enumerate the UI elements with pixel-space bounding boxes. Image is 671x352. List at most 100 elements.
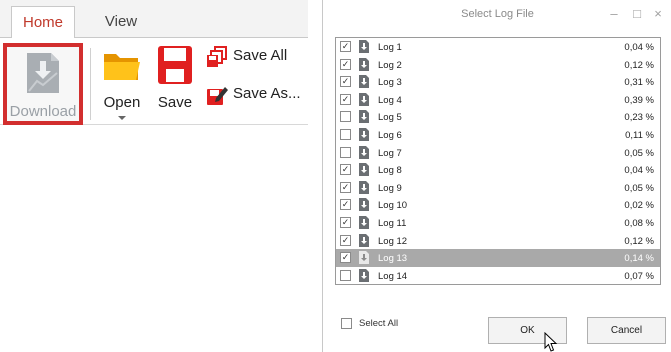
download-button[interactable]: Download [3,43,83,125]
select-log-file-dialog: Select Log File – □ × ✓ Log 1 0,04 % ✓ Log 2… [322,0,671,352]
folder-icon [104,54,140,80]
log-file-icon [359,268,369,282]
log-row[interactable]: ✓ Log 13 0,14 % [336,249,660,267]
log-row[interactable]: ✓ Log 3 0,31 % [336,73,660,91]
log-row[interactable]: ✓ Log 9 0,05 % [336,179,660,197]
log-row[interactable]: ✓ Log 8 0,04 % [336,161,660,179]
log-checkbox[interactable]: ✓ [340,164,351,176]
log-percent: 0,02 % [624,200,654,212]
log-row[interactable]: ✓ Log 1 0,04 % [336,38,660,56]
log-file-icon [359,75,369,89]
log-percent: 0,04 % [624,42,654,53]
save-as-button[interactable]: Save As... [203,82,308,108]
ribbon-tab-bar: Home View [0,0,308,38]
log-percent: 0,31 % [624,77,654,89]
log-name: Log 11 [378,218,407,229]
tab-home[interactable]: Home [11,6,75,38]
log-name: Log 9 [378,182,402,194]
log-percent: 0,07 % [624,270,654,282]
log-checkbox[interactable]: ✓ [340,234,351,246]
log-row[interactable]: Log 7 0,05 % [336,144,660,162]
log-percent: 0,14 % [624,253,654,265]
log-row[interactable]: ✓ Log 4 0,39 % [336,91,660,109]
log-percent: 0,11 % [625,130,654,141]
log-file-icon [359,128,369,141]
log-name: Log 7 [378,147,402,159]
minimize-icon[interactable]: – [607,6,621,21]
log-name: Log 13 [378,253,408,265]
log-checkbox[interactable]: ✓ [340,93,351,105]
log-checkbox[interactable] [340,111,351,123]
log-file-icon [359,251,369,265]
log-row[interactable]: ✓ Log 10 0,02 % [336,196,660,214]
log-checkbox[interactable]: ✓ [340,181,351,193]
log-name: Log 10 [378,200,408,212]
log-checkbox[interactable]: ✓ [340,76,351,88]
save-button[interactable]: Save [152,38,198,124]
ribbon-separator [90,48,91,120]
mouse-pointer-icon [544,332,558,352]
cancel-button[interactable]: Cancel [587,317,666,344]
ribbon-home-panel: Download Open Save Save All Save As... [0,38,308,125]
log-checkbox[interactable]: ✓ [340,41,351,52]
log-file-icon [359,40,369,53]
log-name: Log 8 [378,165,402,177]
save-all-icon [207,46,227,67]
chevron-down-icon[interactable] [118,116,126,120]
log-file-icon [359,198,369,212]
log-row[interactable]: ✓ Log 2 0,12 % [336,56,660,74]
log-checkbox[interactable] [340,269,351,281]
save-all-label: Save All [233,47,288,64]
open-button[interactable]: Open [97,38,147,124]
log-file-icon [359,57,369,71]
log-file-icon [359,163,369,177]
log-row[interactable]: Log 6 0,11 % [336,126,660,144]
log-file-icon [359,216,369,229]
log-file-icon [359,233,369,247]
log-name: Log 4 [378,94,402,106]
log-name: Log 1 [378,42,402,53]
select-all-box[interactable] [341,318,352,329]
log-name: Log 14 [378,270,408,282]
save-all-button[interactable]: Save All [203,44,308,70]
ribbon-toolbar: Home View Download Open Save Save All Sa… [0,0,308,125]
download-icon [27,53,59,93]
close-icon[interactable]: × [651,6,665,21]
tab-view[interactable]: View [96,6,146,37]
log-percent: 0,23 % [624,112,654,124]
save-icon [158,46,192,84]
log-checkbox[interactable]: ✓ [340,199,351,211]
save-as-label: Save As... [233,85,301,102]
log-percent: 0,04 % [624,165,654,177]
open-label: Open [103,94,141,111]
log-name: Log 6 [378,130,402,141]
download-label: Download [9,103,77,120]
log-percent: 0,12 % [624,59,654,71]
log-percent: 0,05 % [624,147,654,159]
log-checkbox[interactable]: ✓ [340,217,351,228]
log-file-icon [359,110,369,124]
log-checkbox[interactable]: ✓ [340,252,351,264]
log-checkbox[interactable] [340,129,351,140]
log-name: Log 3 [378,77,402,89]
log-row[interactable]: ✓ Log 11 0,08 % [336,214,660,232]
log-percent: 0,39 % [624,94,654,106]
save-as-icon [207,87,228,105]
log-file-icon [359,145,369,159]
dialog-title-bar: Select Log File – □ × [323,0,671,30]
log-checkbox[interactable]: ✓ [340,58,351,70]
log-percent: 0,12 % [624,235,654,247]
log-row[interactable]: ✓ Log 12 0,12 % [336,232,660,250]
log-checkbox[interactable] [340,146,351,158]
log-name: Log 5 [378,112,402,124]
select-all-label: Select All [359,318,399,329]
log-name: Log 2 [378,59,402,71]
log-name: Log 12 [378,235,408,247]
log-row[interactable]: Log 5 0,23 % [336,108,660,126]
log-file-icon [359,180,369,194]
log-percent: 0,08 % [624,218,654,229]
log-percent: 0,05 % [624,182,654,194]
log-row[interactable]: Log 14 0,07 % [336,267,660,285]
log-file-list[interactable]: ✓ Log 1 0,04 % ✓ Log 2 0,12 % ✓ Log 3 0,31 % ✓ Log… [335,37,661,285]
maximize-icon[interactable]: □ [630,6,644,21]
